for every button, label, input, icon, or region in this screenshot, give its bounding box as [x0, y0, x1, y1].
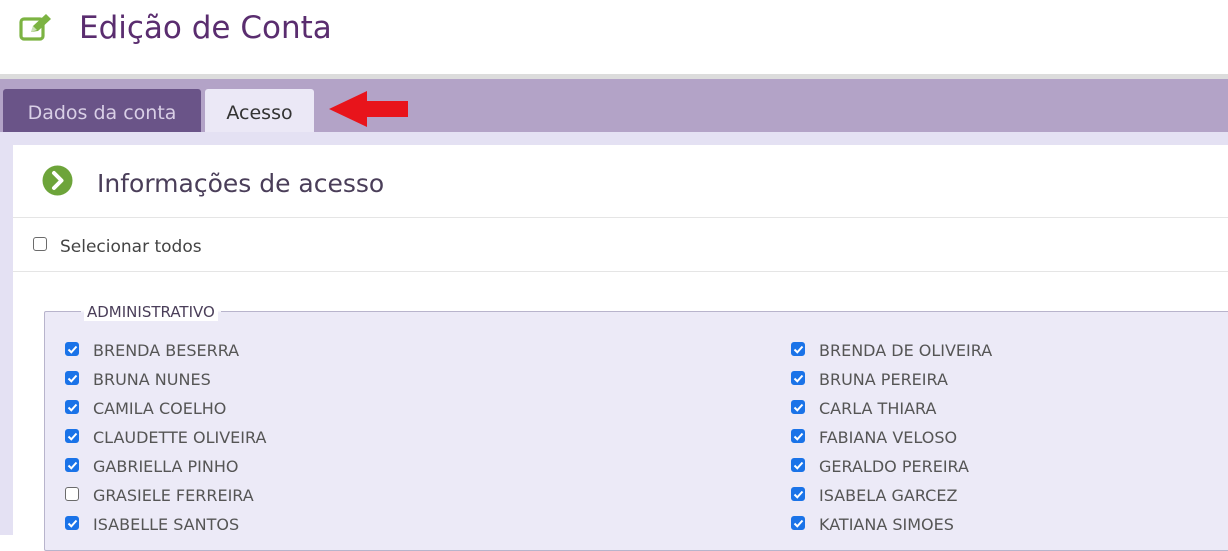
user-checkbox[interactable]	[65, 400, 79, 414]
user-name[interactable]: FABIANA VELOSO	[819, 428, 957, 447]
user-checkbox[interactable]	[791, 342, 805, 356]
access-panel: Informações de acesso Selecionar todos A…	[13, 145, 1228, 551]
tab-bar: Dados da conta Acesso	[0, 74, 1228, 137]
page-title: Edição de Conta	[79, 10, 332, 46]
chevron-circle-icon	[42, 165, 73, 196]
red-arrow-icon	[329, 91, 408, 127]
tab-dados-da-conta[interactable]: Dados da conta	[3, 89, 201, 137]
tab-acesso[interactable]: Acesso	[205, 89, 314, 137]
user-checkbox[interactable]	[791, 487, 805, 501]
user-name[interactable]: CLAUDETTE OLIVEIRA	[93, 428, 266, 447]
user-checkbox[interactable]	[65, 516, 79, 530]
user-checkbox[interactable]	[65, 342, 79, 356]
user-name[interactable]: BRUNA NUNES	[93, 370, 211, 389]
user-name[interactable]: BRUNA PEREIRA	[819, 370, 948, 389]
user-name[interactable]: ISABELA GARCEZ	[819, 486, 957, 505]
user-name[interactable]: BRENDA DE OLIVEIRA	[819, 341, 992, 360]
user-name[interactable]: CAMILA COELHO	[93, 399, 226, 418]
page-header: Edição de Conta	[0, 0, 1228, 74]
user-name[interactable]: KATIANA SIMOES	[819, 515, 954, 534]
select-all-label[interactable]: Selecionar todos	[60, 237, 202, 257]
user-name[interactable]: GERALDO PEREIRA	[819, 457, 969, 476]
user-name[interactable]: GRASIELE FERREIRA	[93, 486, 254, 505]
user-checkbox[interactable]	[791, 429, 805, 443]
group-legend: ADMINISTRATIVO	[84, 303, 218, 321]
user-checkbox[interactable]	[791, 516, 805, 530]
user-checkbox[interactable]	[65, 429, 79, 443]
edit-icon	[19, 14, 51, 41]
user-checkbox[interactable]	[791, 371, 805, 385]
group-administrativo: ADMINISTRATIVO BRENDA BESERRA BRUNA NUNES…	[44, 303, 1228, 551]
user-checkbox[interactable]	[65, 458, 79, 472]
user-checkbox[interactable]	[65, 487, 79, 501]
select-all-row: Selecionar todos	[13, 217, 1228, 272]
user-checkbox[interactable]	[791, 400, 805, 414]
section-title: Informações de acesso	[97, 169, 385, 198]
section-header: Informações de acesso	[13, 145, 1228, 218]
user-name[interactable]: ISABELLE SANTOS	[93, 515, 239, 534]
user-name[interactable]: BRENDA BESERRA	[93, 341, 239, 360]
select-all-checkbox[interactable]	[33, 237, 47, 251]
user-name[interactable]: GABRIELLA PINHO	[93, 457, 238, 476]
user-name[interactable]: CARLA THIARA	[819, 399, 936, 418]
user-checkbox[interactable]	[65, 371, 79, 385]
user-checkbox[interactable]	[791, 458, 805, 472]
